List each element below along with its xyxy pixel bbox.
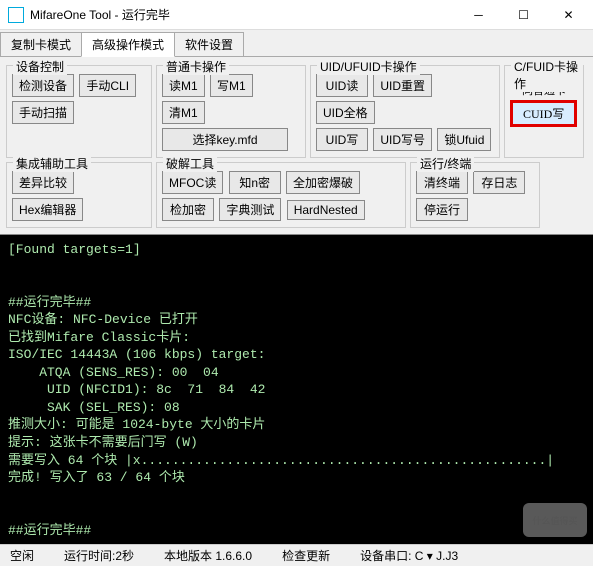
uid-format-button[interactable]: UID全格: [316, 101, 375, 124]
stop-run-button[interactable]: 停运行: [416, 198, 468, 221]
tab-copy-mode[interactable]: 复制卡模式: [0, 32, 82, 57]
clear-m1-button[interactable]: 清M1: [162, 101, 205, 124]
titlebar: MifareOne Tool - 运行完毕 ─ ☐ ✕: [0, 0, 593, 30]
select-key-button[interactable]: 选择key.mfd: [162, 128, 288, 151]
group-cfuid-card: C/FUID卡操作 该卡种读取 同普通卡 CUID写: [504, 65, 584, 158]
group-device: 设备控制 检测设备 手动CLI 手动扫描: [6, 65, 152, 158]
manual-cli-button[interactable]: 手动CLI: [79, 74, 136, 97]
group-uid-card: UID/UFUID卡操作 UID读 UID重置 UID全格 UID写 UID写号…: [310, 65, 500, 158]
watermark-icon: 什么值得买: [523, 503, 587, 537]
maximize-button[interactable]: ☐: [501, 0, 546, 30]
mfoc-read-button[interactable]: MFOC读: [162, 171, 223, 194]
lock-ufuid-button[interactable]: 锁Ufuid: [437, 128, 491, 151]
group-run: 运行/终端 清终端 存日志 停运行: [410, 162, 540, 228]
terminal-output[interactable]: [Found targets=1] ##运行完毕## NFC设备: NFC-De…: [0, 234, 593, 544]
status-bar: 空闲 运行时间:2秒 本地版本 1.6.6.0 检查更新 设备串口: C ▾ J…: [0, 544, 593, 566]
hex-editor-button[interactable]: Hex编辑器: [12, 198, 83, 221]
group-normal-card: 普通卡操作 读M1 写M1 清M1 选择key.mfd: [156, 65, 306, 158]
known-key-button[interactable]: 知n密: [229, 171, 281, 194]
legend-device: 设备控制: [13, 58, 67, 75]
status-port: 设备串口: C ▾ J.J3: [360, 547, 458, 564]
tab-strip: 复制卡模式 高级操作模式 软件设置: [0, 30, 593, 57]
group-crack: 破解工具 MFOC读 知n密 全加密爆破 检加密 字典测试 HardNested: [156, 162, 406, 228]
legend-cfuid: C/FUID卡操作: [511, 58, 583, 92]
save-log-button[interactable]: 存日志: [473, 171, 525, 194]
legend-normal: 普通卡操作: [163, 58, 229, 75]
write-m1-button[interactable]: 写M1: [210, 74, 253, 97]
cuid-write-button[interactable]: CUID写: [510, 100, 577, 127]
group-tools: 集成辅助工具 差异比较 Hex编辑器: [6, 162, 152, 228]
window-title: MifareOne Tool - 运行完毕: [30, 6, 456, 23]
close-button[interactable]: ✕: [546, 0, 591, 30]
legend-crack: 破解工具: [163, 155, 217, 172]
check-update-link[interactable]: 检查更新: [282, 547, 330, 564]
clear-terminal-button[interactable]: 清终端: [416, 171, 468, 194]
uid-write-button[interactable]: UID写: [316, 128, 368, 151]
check-encrypt-button[interactable]: 检加密: [162, 198, 214, 221]
status-runtime: 运行时间:2秒: [64, 547, 134, 564]
manual-scan-button[interactable]: 手动扫描: [12, 101, 74, 124]
status-version: 本地版本 1.6.6.0: [164, 547, 252, 564]
uid-write-id-button[interactable]: UID写号: [373, 128, 432, 151]
diff-compare-button[interactable]: 差异比较: [12, 171, 74, 194]
detect-device-button[interactable]: 检测设备: [12, 74, 74, 97]
legend-uid: UID/UFUID卡操作: [317, 58, 420, 75]
full-bruteforce-button[interactable]: 全加密爆破: [286, 171, 360, 194]
legend-run: 运行/终端: [417, 155, 474, 172]
app-icon: [8, 7, 24, 23]
dict-test-button[interactable]: 字典测试: [219, 198, 281, 221]
tab-settings[interactable]: 软件设置: [174, 32, 244, 57]
uid-reset-button[interactable]: UID重置: [373, 74, 432, 97]
minimize-button[interactable]: ─: [456, 0, 501, 30]
uid-read-button[interactable]: UID读: [316, 74, 368, 97]
advanced-panel: 设备控制 检测设备 手动CLI 手动扫描 普通卡操作 读M1 写M1 清M1 选…: [0, 57, 593, 234]
status-idle: 空闲: [10, 547, 34, 564]
hardnested-button[interactable]: HardNested: [287, 200, 365, 220]
tab-advanced-mode[interactable]: 高级操作模式: [81, 32, 175, 57]
read-m1-button[interactable]: 读M1: [162, 74, 205, 97]
legend-tools: 集成辅助工具: [13, 155, 91, 172]
